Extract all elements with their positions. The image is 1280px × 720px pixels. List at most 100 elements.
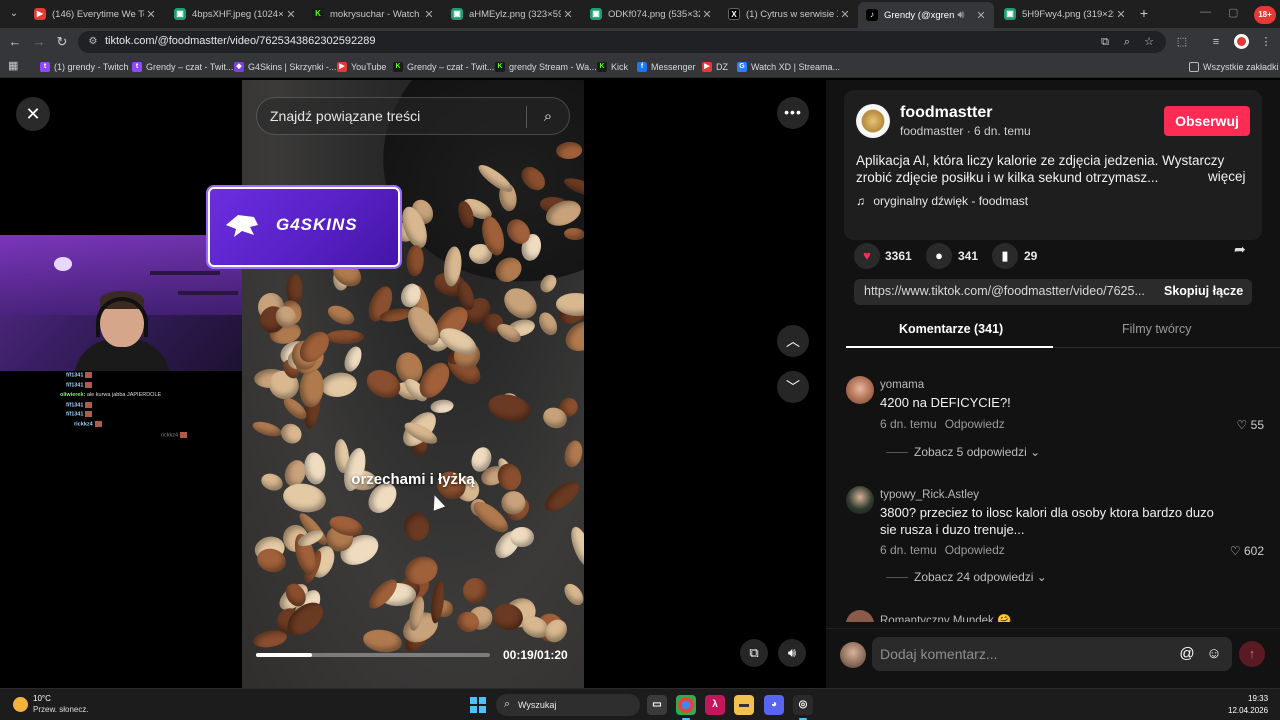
browser-tab[interactable]: ▣ ODKf074.png (535×329)✕ (582, 3, 720, 25)
like-heart-icon[interactable]: ♥ (854, 243, 880, 269)
bookmark-item[interactable]: K Kick (597, 60, 628, 74)
close-icon[interactable]: ✕ (974, 9, 988, 22)
browser-tab[interactable]: ▶ (146) Everytime We Touch✕ (26, 3, 164, 25)
share-arrow-icon[interactable]: ➦ (1234, 241, 1252, 259)
comment-input[interactable]: Dodaj komentarz... @ ☺ (872, 637, 1232, 671)
nut-shape (361, 626, 404, 655)
close-icon[interactable]: ✕ (561, 8, 575, 21)
speaker-icon[interactable]: 🔊︎ (954, 9, 968, 22)
tab-creator-videos[interactable]: Filmy twórcy (1122, 322, 1191, 336)
tab-label: Grendy (@xgrendy) | (884, 9, 954, 21)
tab-search-icon[interactable]: ⌄ (6, 6, 22, 22)
previous-video-button[interactable]: ︿ (777, 325, 809, 357)
comment-username[interactable]: yomama (880, 379, 924, 391)
new-tab-button[interactable]: + (1136, 5, 1152, 21)
search-icon[interactable]: ⌕ (537, 106, 559, 128)
browser-tab-active[interactable]: ♪ Grendy (@xgrendy) |🔊︎ ✕ (858, 2, 994, 28)
video-player[interactable] (242, 80, 584, 688)
comment-icon[interactable]: ● (926, 243, 952, 269)
browser-menu-icon[interactable]: ⋮ (1258, 34, 1274, 50)
close-icon[interactable]: ✕ (144, 8, 158, 21)
browser-tab[interactable]: ▣ 4bpsXHF.jpeg (1024×153)✕ (166, 3, 304, 25)
file-explorer-icon[interactable]: ▬ (734, 695, 754, 715)
kick-icon: K (393, 62, 403, 72)
music-link[interactable]: ♫ oryginalny dźwięk - foodmast (856, 194, 1028, 208)
close-video-button[interactable]: ✕ (16, 97, 50, 131)
maximize-icon[interactable]: ▢ (1228, 6, 1238, 19)
mention-icon[interactable]: @ (1177, 644, 1197, 664)
author-name[interactable]: foodmastter (900, 104, 992, 122)
media-control-icon[interactable]: ≡ (1208, 34, 1224, 50)
bookmark-item[interactable]: t (1) grendy - Twitch (40, 60, 128, 74)
all-bookmarks[interactable]: Wszystkie zakładki (1189, 60, 1279, 74)
comment-username[interactable]: Romantyczny Mundek 🤗 (880, 613, 1011, 622)
obs-icon[interactable]: ◎ (793, 695, 813, 720)
chrome-icon[interactable] (676, 695, 696, 720)
copy-link-button[interactable]: Skopiuj łącze (1164, 284, 1243, 298)
bookmark-item[interactable]: K Grendy – czat - Twit... (393, 60, 494, 74)
like-count: 3361 (885, 249, 912, 263)
video-progress-bar[interactable] (256, 653, 490, 657)
clock-time: 19:33 (1248, 694, 1269, 703)
close-icon[interactable]: ✕ (838, 8, 852, 21)
zoom-icon[interactable]: ⌕ (1120, 35, 1134, 49)
send-comment-button[interactable]: ↑ (1239, 641, 1265, 667)
browser-tab[interactable]: Kmokrysuchar - Watch clip✕ (304, 3, 442, 25)
site-info-icon[interactable]: ⚙ (86, 35, 100, 49)
reply-button[interactable]: Odpowiedz (945, 543, 1005, 557)
close-icon[interactable]: ✕ (284, 8, 298, 21)
bookmark-item[interactable]: t Grendy – czat - Twit... (132, 60, 233, 74)
bookmark-item[interactable]: ▶ DZ (702, 60, 728, 74)
view-replies-button[interactable]: Zobacz 5 odpowiedzi ⌄ (886, 445, 1040, 459)
comment-avatar[interactable] (846, 376, 874, 404)
browser-tab[interactable]: X (1) Cytrus w serwisie X: „M✕ (720, 3, 858, 25)
reload-icon[interactable]: ↻ (53, 33, 71, 51)
bookmark-label: Grendy – czat - Twit... (146, 62, 234, 72)
bookmark-item[interactable]: ▶ YouTube (337, 60, 386, 74)
bookmark-label: grendy Stream - Wa... (509, 62, 597, 72)
bookmark-item[interactable]: f Messenger (637, 60, 696, 74)
minimize-icon[interactable]: — (1200, 6, 1211, 18)
bookmark-item[interactable]: G Watch XD | Streama... (737, 60, 840, 74)
more-options-button[interactable]: ••• (777, 97, 809, 129)
next-video-button[interactable]: ﹀ (777, 371, 809, 403)
bookmark-star-icon[interactable]: ☆ (1142, 35, 1156, 49)
emoji-icon[interactable]: ☺ (1204, 644, 1224, 664)
more-link[interactable]: więcej (1204, 169, 1246, 184)
weather-sun-icon[interactable] (13, 697, 28, 712)
address-bar[interactable]: ⚙ tiktok.com/@foodmastter/video/76253438… (78, 31, 1166, 53)
forward-icon[interactable]: → (30, 33, 48, 51)
task-view-icon[interactable]: ▭ (647, 695, 667, 715)
view-replies-button[interactable]: Zobacz 24 odpowiedzi ⌄ (886, 570, 1047, 584)
floating-player-icon[interactable]: ⧉ (740, 639, 768, 667)
follow-button[interactable]: Obserwuj (1164, 106, 1250, 136)
bookmark-item[interactable]: Kgrendy Stream - Wa... (495, 60, 597, 74)
bookmark-icon[interactable]: ▮ (992, 243, 1018, 269)
bookmark-item[interactable]: ◆ G4Skins | Skrzynki -... (234, 60, 336, 74)
browser-tab[interactable]: ▣ aHMEylz.png (323×596)✕ (443, 3, 581, 25)
comment-avatar[interactable] (846, 486, 874, 514)
close-icon[interactable]: ✕ (422, 8, 436, 21)
tab-comments[interactable]: Komentarze (341) (899, 322, 1003, 336)
taskbar-search[interactable]: ⌕ Wyszukaj (496, 694, 640, 716)
app-lambda-icon[interactable]: λ (705, 695, 725, 715)
comment-like[interactable]: ♡ 55 (1237, 418, 1264, 432)
apps-grid-icon[interactable]: ▦ (8, 60, 20, 72)
related-search-box[interactable]: Znajdź powiązane treści ⌕ (256, 97, 570, 135)
close-icon[interactable]: ✕ (1114, 8, 1128, 21)
discord-icon[interactable]: ◕ (764, 695, 784, 715)
reply-button[interactable]: Odpowiedz (945, 417, 1005, 431)
comment-like[interactable]: ♡ 602 (1230, 544, 1264, 558)
comment-username[interactable]: typowy_Rick.Astley (880, 489, 979, 501)
comment-avatar[interactable] (846, 610, 874, 622)
back-icon[interactable]: ← (6, 33, 24, 51)
profile-avatar[interactable] (1234, 34, 1249, 49)
windows-start-icon[interactable] (470, 697, 486, 713)
install-app-icon[interactable]: ⧉ (1098, 35, 1112, 49)
close-icon[interactable]: ✕ (700, 8, 714, 21)
author-avatar[interactable] (856, 104, 890, 138)
extensions-icon[interactable]: ⬚ (1174, 34, 1190, 50)
browser-tab[interactable]: ▣ 5H9Fwy4.png (319×234)✕ (996, 3, 1134, 25)
nut-shape (406, 245, 425, 277)
volume-icon[interactable]: 🔊︎ (778, 639, 806, 667)
